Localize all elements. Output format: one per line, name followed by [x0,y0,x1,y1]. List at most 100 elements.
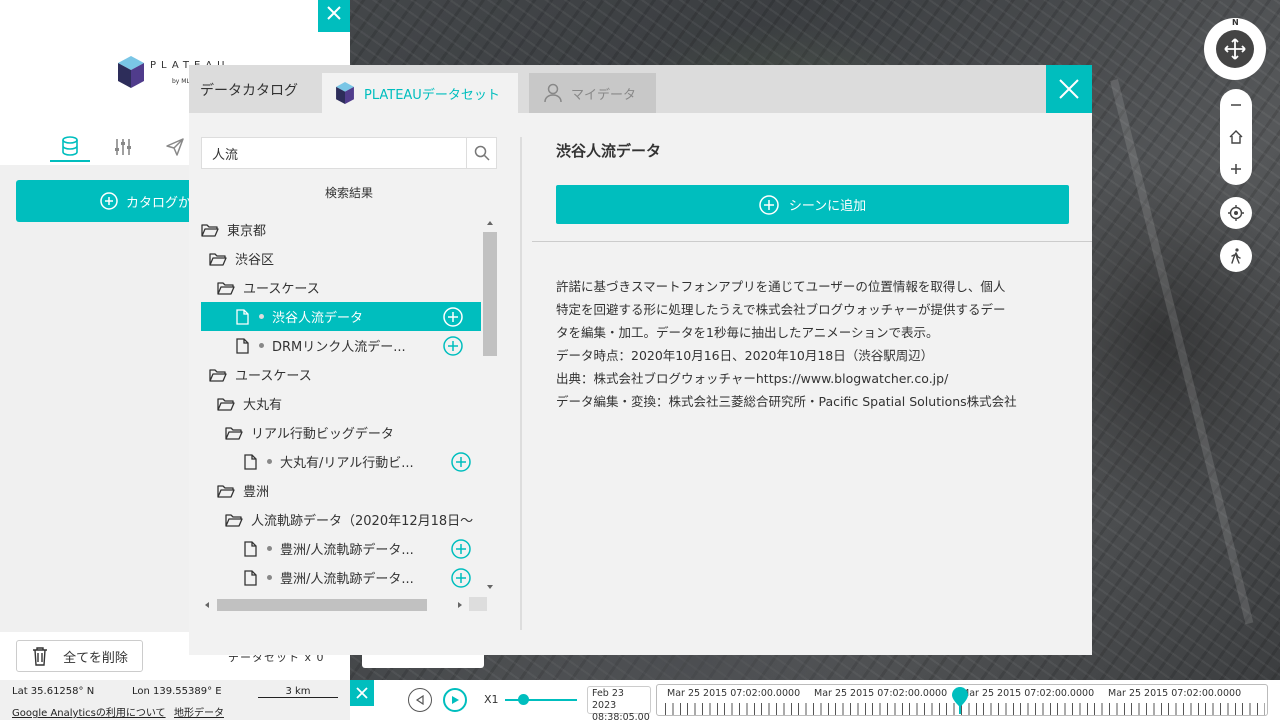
sidebar-close-button[interactable] [318,0,350,32]
user-icon [544,83,562,103]
zoom-control [1220,89,1252,185]
file-icon [233,337,251,354]
send-icon [166,138,184,156]
compass[interactable]: N [1204,18,1266,80]
tree-folder[interactable]: 大丸有 [201,389,481,418]
delete-all-label: 全てを削除 [63,650,128,666]
tab-settings[interactable] [103,132,143,162]
add-dataset-button[interactable] [451,451,471,472]
tree-horizontal-scrollbar[interactable] [201,597,497,611]
tab-catalog[interactable] [50,132,90,162]
zoom-out-button[interactable] [1220,89,1252,121]
tree-dataset[interactable]: 渋谷人流データ [201,302,481,331]
tree-folder[interactable]: リアル行動ビッグデータ [201,418,481,447]
description-line: 出典：株式会社ブログウォッチャーhttps://www.blogwatcher.… [556,371,949,386]
play-reverse-button[interactable] [408,688,432,712]
panel-divider [520,137,522,630]
add-to-scene-button[interactable]: シーンに追加 [556,185,1069,224]
play-button[interactable] [443,688,467,712]
timeline-marker-icon[interactable] [951,686,969,714]
tree-dataset[interactable]: 豊洲/人流軌跡データ... [201,534,481,563]
status-dot [259,314,264,319]
status-dot [267,575,272,580]
longitude-readout: Lon 139.55389° E [132,686,222,697]
compass-pan-control[interactable] [1216,30,1254,68]
description-line: 特定を回避する形に処理したうえで株式会社ブログウォッチャーが提供するデー [556,302,1006,317]
current-time: 08:38:05.00 [592,712,650,720]
tree-dataset[interactable]: DRMリンク人流デー... [201,331,481,360]
timeline-close-button[interactable] [350,680,374,706]
folder-open-icon [209,251,227,267]
pedestrian-mode-button[interactable] [1220,240,1252,272]
tree-item-label: リアル行動ビッグデータ [251,427,394,442]
tree-folder[interactable]: 人流軌跡データ（2020年12月18日～ [201,505,481,534]
folder-open-icon [225,425,243,441]
add-dataset-button[interactable] [451,567,471,588]
scale-bar: 3 km [258,686,338,698]
timeline-label: Mar 25 2015 07:02:00.0000 [1108,688,1242,699]
home-icon [1229,130,1243,144]
modal-title: データカタログ [200,83,298,99]
plateau-logo-icon [118,56,144,88]
delete-all-button[interactable]: 全てを削除 [16,640,143,672]
speed-slider-knob[interactable] [518,694,529,705]
tree-dataset[interactable]: 大丸有/リアル行動ビ... [201,447,481,476]
search-button[interactable] [466,138,496,168]
timeline-label: Mar 25 2015 07:02:00.0000 [814,688,948,699]
file-icon [241,453,259,470]
add-dataset-button[interactable] [443,306,463,327]
data-catalog-modal: データカタログ PLATEAUデータセット マイデータ 人流 検索結果 東京都 … [189,65,1092,655]
tree-item-label: 豊洲/人流軌跡データ... [280,572,414,587]
tree-folder[interactable]: 豊洲 [201,476,481,505]
latitude-readout: Lat 35.61258° N [12,686,95,697]
plus-circle-icon [759,194,779,215]
tab-my-data[interactable]: マイデータ [529,73,656,113]
tab-plateau-label: PLATEAUデータセット [364,87,500,103]
scroll-corner [469,597,487,611]
description-line: 許諾に基づきスマートフォンアプリを通じてユーザーの位置情報を取得し、個人 [556,279,1006,294]
catalog-tree: 東京都 渋谷区 ユースケース 渋谷人流データ DRMリンク人流デー... ユースケース 大丸… [201,215,481,595]
tree-item-label: ユースケース [235,369,312,384]
search-box [201,137,497,169]
tree-folder[interactable]: ユースケース [201,360,481,389]
search-input[interactable] [202,138,466,168]
timeline-label: Mar 25 2015 07:02:00.0000 [667,688,801,699]
plus-circle-icon [451,451,471,472]
plus-circle-icon [100,192,118,210]
playback-speed: X1 [484,693,499,706]
tree-folder[interactable]: 東京都 [201,215,481,244]
description-line: タを編集・加工。データを1秒毎に抽出したアニメーションで表示。 [556,325,939,340]
minus-icon [1231,104,1241,106]
add-dataset-button[interactable] [451,538,471,559]
speed-slider[interactable] [505,699,577,701]
tree-dataset[interactable]: 豊洲/人流軌跡データ... [201,563,481,592]
zoom-in-button[interactable] [1220,153,1252,185]
plus-circle-icon [443,335,463,356]
folder-open-icon [217,280,235,296]
detail-divider [532,241,1092,242]
search-results-label: 検索結果 [324,186,373,200]
modal-header: データカタログ PLATEAUデータセット マイデータ [189,65,1092,113]
tab-plateau-dataset[interactable]: PLATEAUデータセット [322,73,518,113]
google-analytics-link[interactable]: Google Analyticsの利用について [12,704,166,719]
add-dataset-button[interactable] [443,335,463,356]
tree-item-label: 東京都 [227,224,267,239]
locate-button[interactable] [1220,197,1252,229]
search-icon [474,145,490,161]
tree-vertical-scrollbar[interactable] [483,220,497,592]
sliders-icon [115,139,131,155]
description-line: データ時点：2020年10月16日、2020年10月18日（渋谷駅周辺） [556,348,934,363]
close-icon [1059,79,1079,99]
plus-circle-icon [451,538,471,559]
file-icon [241,540,259,557]
tree-folder[interactable]: ユースケース [201,273,481,302]
folder-open-icon [217,483,235,499]
compass-north-label: N [1232,18,1239,27]
vertical-scroll-thumb[interactable] [483,232,497,356]
tree-item-label: DRMリンク人流デー... [272,340,406,355]
horizontal-scroll-thumb[interactable] [217,599,427,611]
modal-close-button[interactable] [1046,65,1092,113]
home-button[interactable] [1220,121,1252,153]
tree-folder[interactable]: 渋谷区 [201,244,481,273]
terrain-data-link[interactable]: 地形データ [174,704,224,719]
